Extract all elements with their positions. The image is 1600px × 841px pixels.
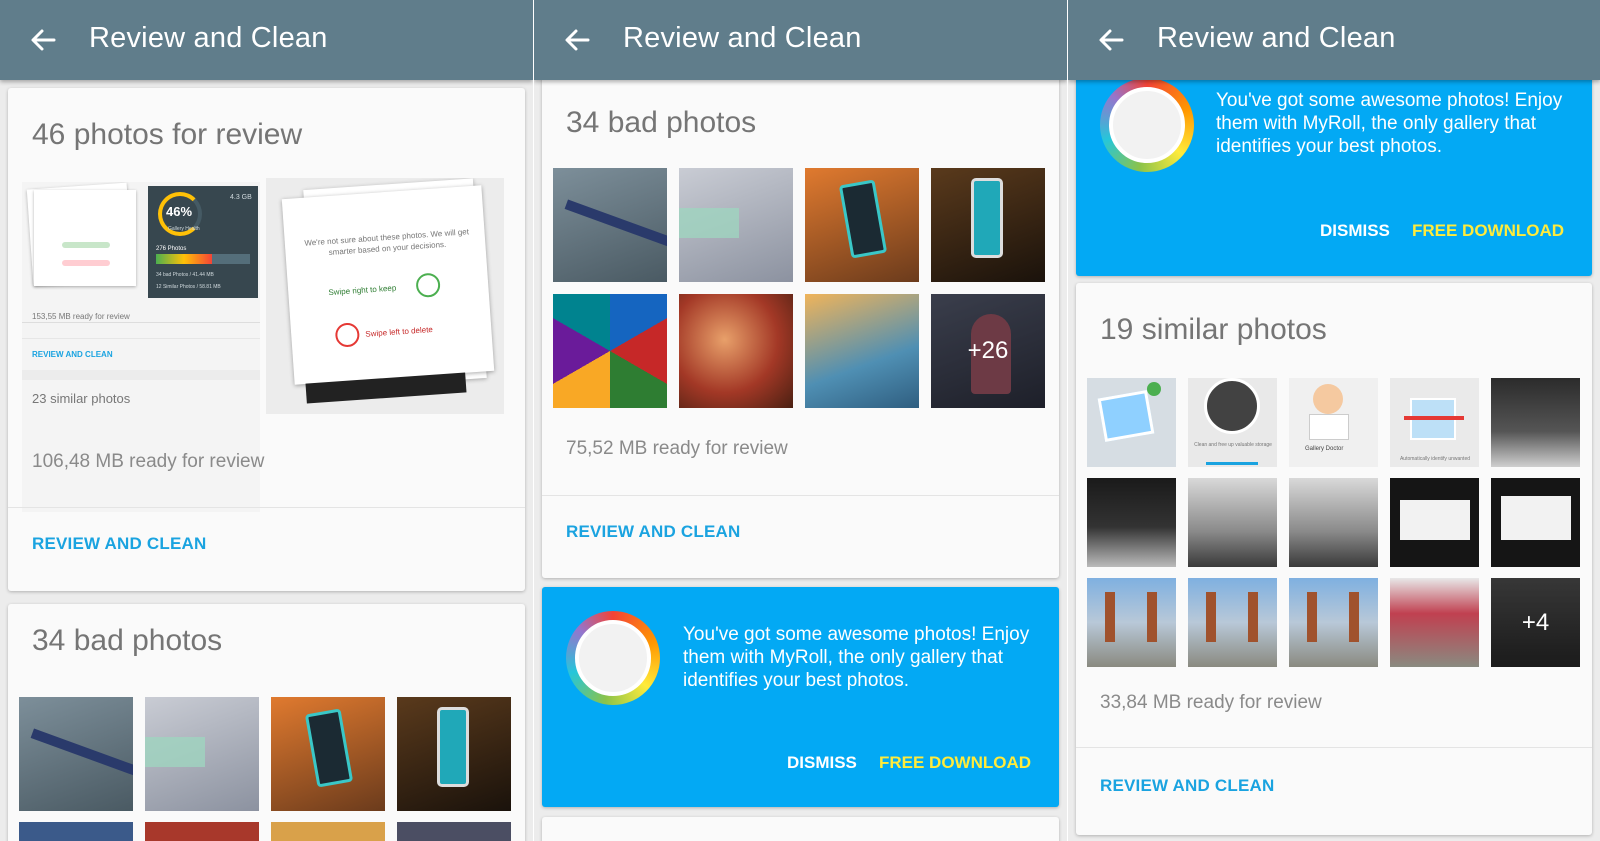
review-and-clean-button[interactable]: REVIEW AND CLEAN: [566, 522, 740, 542]
photo-thumbnail[interactable]: [1491, 478, 1580, 567]
photo-thumbnail[interactable]: [1491, 378, 1580, 467]
dismiss-button[interactable]: DISMISS: [1320, 221, 1390, 241]
photo-thumbnail[interactable]: [397, 697, 511, 811]
review-and-clean-button[interactable]: REVIEW AND CLEAN: [32, 534, 206, 554]
photo-thumbnail[interactable]: [1390, 478, 1479, 567]
photo-thumbnail[interactable]: [1087, 478, 1176, 567]
ready-text: 75,52 MB ready for review: [566, 438, 788, 459]
page-title: Review and Clean: [623, 22, 862, 54]
photo-thumbnail-more[interactable]: +4: [1491, 578, 1580, 667]
more-count: +4: [1491, 578, 1580, 667]
myroll-promo-card: You've got some awesome photos! Enjoy th…: [542, 587, 1059, 807]
myroll-logo-icon: [566, 611, 660, 705]
page-title: Review and Clean: [89, 22, 328, 54]
arrow-left-icon[interactable]: [24, 20, 64, 60]
myroll-logo-icon: [1100, 78, 1194, 172]
photo-thumbnail[interactable]: [679, 294, 793, 408]
photo-thumbnail[interactable]: [931, 168, 1045, 282]
photo-thumbnail-more[interactable]: +26: [931, 294, 1045, 408]
photo-thumbnail[interactable]: [1390, 578, 1479, 667]
photo-thumbnail[interactable]: [1188, 578, 1277, 667]
screen-3: You've got some awesome photos! Enjoy th…: [1068, 0, 1600, 841]
photo-thumbnail[interactable]: [271, 697, 385, 811]
card-title: 34 bad photos: [32, 624, 223, 657]
photo-thumbnail[interactable]: [1087, 578, 1176, 667]
card-title: 34 bad photos: [566, 106, 757, 139]
divider: [542, 495, 1059, 496]
card-title: 46 photos for review: [32, 118, 303, 151]
next-card: [542, 817, 1059, 841]
arrow-left-icon[interactable]: [558, 20, 598, 60]
photo-thumbnail[interactable]: [805, 168, 919, 282]
card-title: 19 similar photos: [1100, 313, 1327, 346]
arrow-left-icon[interactable]: [1092, 20, 1132, 60]
promo-message: You've got some awesome photos! Enjoy th…: [1216, 90, 1563, 157]
photo-thumbnail[interactable]: [397, 822, 511, 841]
free-download-button[interactable]: FREE DOWNLOAD: [879, 753, 1031, 773]
divider: [8, 507, 525, 508]
photo-thumbnail[interactable]: [1087, 378, 1176, 467]
promo-message: You've got some awesome photos! Enjoy th…: [683, 624, 1030, 691]
divider: [1076, 747, 1592, 748]
review-card: 46 photos for review 46% 4.3 GB Gallery …: [8, 88, 525, 591]
photo-thumbnail[interactable]: [1289, 578, 1378, 667]
photo-thumbnail[interactable]: Gallery Doctor: [1289, 378, 1378, 467]
photo-thumbnail[interactable]: [553, 294, 667, 408]
photo-thumbnail[interactable]: [1188, 478, 1277, 567]
bad-photos-card: 34 bad photos +26 75,52 MB ready for rev…: [542, 70, 1059, 578]
photo-thumbnail[interactable]: [679, 168, 793, 282]
review-and-clean-button[interactable]: REVIEW AND CLEAN: [1100, 776, 1274, 796]
photo-thumbnail[interactable]: [1289, 478, 1378, 567]
similar-photos-card: 19 similar photos Clean and free up valu…: [1076, 283, 1592, 835]
more-count: +26: [931, 294, 1045, 408]
gauge-percent: 46%: [166, 204, 193, 219]
photo-thumbnail[interactable]: [19, 697, 133, 811]
dismiss-button[interactable]: DISMISS: [787, 753, 857, 773]
photo-thumbnail[interactable]: [19, 822, 133, 841]
photo-thumbnail[interactable]: Automatically identify unwanted: [1390, 378, 1479, 467]
illustration-swipe-preview[interactable]: We're not sure about these photos. We wi…: [266, 178, 504, 414]
app-bar: Review and Clean: [1068, 0, 1600, 80]
ready-text: 106,48 MB ready for review: [32, 451, 265, 472]
app-bar: Review and Clean: [534, 0, 1067, 80]
screen-1: Review and Clean 46 photos for review 46…: [0, 0, 533, 841]
ready-text: 33,84 MB ready for review: [1100, 692, 1322, 713]
page-title: Review and Clean: [1157, 22, 1396, 54]
free-download-button[interactable]: FREE DOWNLOAD: [1412, 221, 1564, 241]
photo-thumbnail[interactable]: [145, 822, 259, 841]
app-bar: Review and Clean: [0, 0, 533, 80]
bad-photos-card: 34 bad photos: [8, 604, 525, 841]
screen-2: Review and Clean 34 bad photos +26 75,52…: [534, 0, 1067, 841]
photo-thumbnail[interactable]: [271, 822, 385, 841]
photo-thumbnail[interactable]: Clean and free up valuable storage: [1188, 378, 1277, 467]
photo-thumbnail[interactable]: [145, 697, 259, 811]
photo-thumbnail[interactable]: [805, 294, 919, 408]
photo-thumbnail[interactable]: [553, 168, 667, 282]
